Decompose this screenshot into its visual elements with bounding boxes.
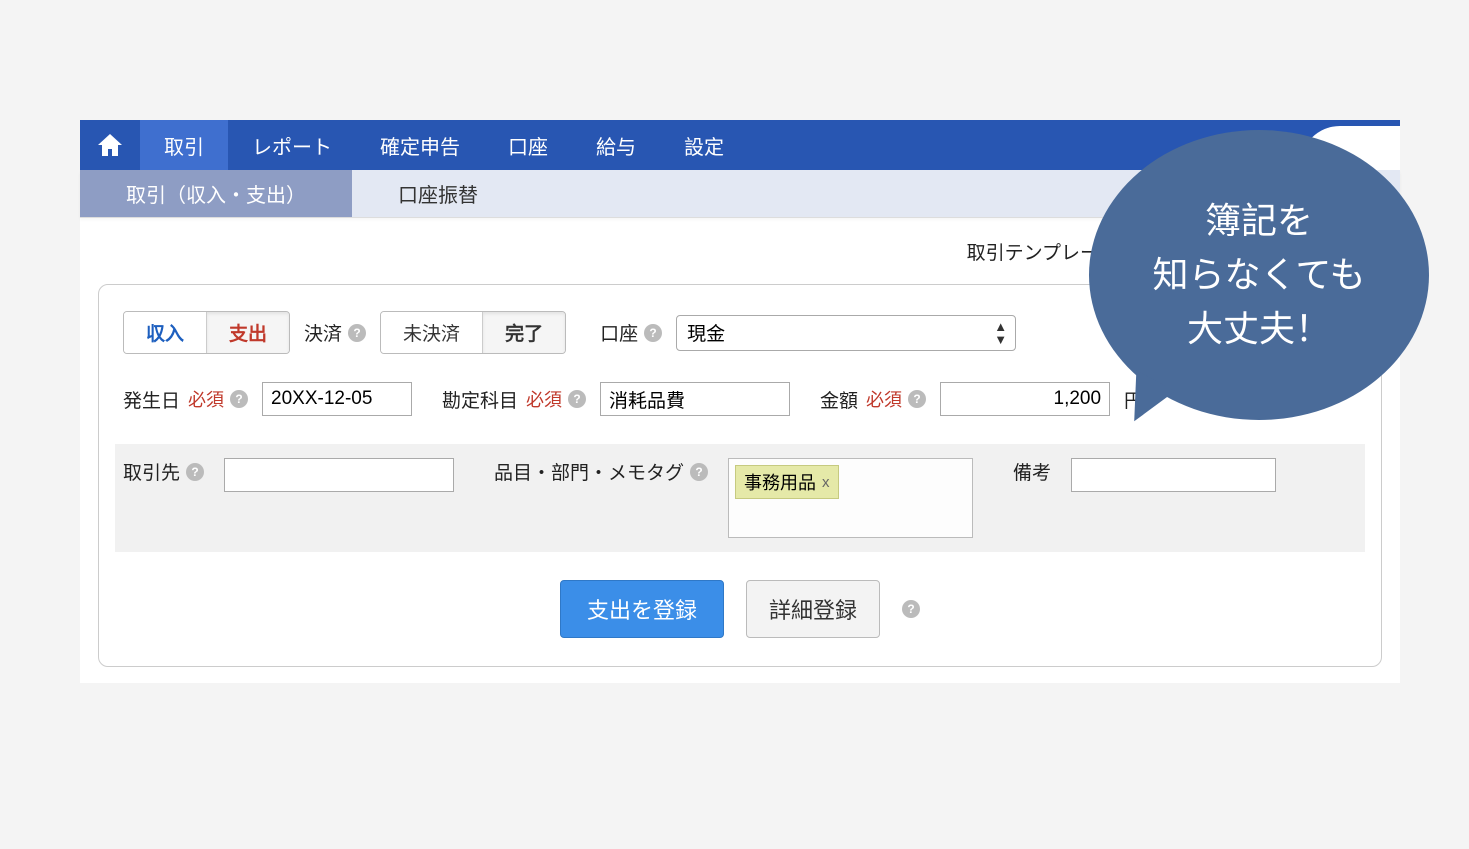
- date-input[interactable]: [262, 382, 412, 416]
- close-icon[interactable]: x: [822, 474, 830, 491]
- help-icon[interactable]: ?: [230, 390, 248, 408]
- tags-label: 品目・部門・メモタグ: [494, 458, 684, 485]
- bubble-line: 簿記を: [1205, 194, 1313, 248]
- nav-item-accounts[interactable]: 口座: [484, 120, 572, 170]
- type-expense-button[interactable]: 支出: [207, 312, 289, 353]
- chevron-updown-icon: ▲▼: [994, 320, 1007, 346]
- settlement-toggle: 未決済 完了: [380, 311, 566, 354]
- bubble-line: 知らなくても: [1152, 248, 1365, 302]
- type-toggle: 収入 支出: [123, 311, 290, 354]
- tag-label: 事務用品: [744, 469, 816, 495]
- help-icon[interactable]: ?: [186, 463, 204, 481]
- help-icon[interactable]: ?: [902, 600, 920, 618]
- partner-input[interactable]: [224, 458, 454, 492]
- nav-item-payroll[interactable]: 給与: [572, 120, 660, 170]
- nav-item-settings[interactable]: 設定: [660, 120, 748, 170]
- type-income-button[interactable]: 収入: [124, 312, 207, 353]
- home-icon[interactable]: [80, 120, 140, 170]
- submit-row: 支出を登録 詳細登録 ?: [123, 580, 1357, 638]
- help-icon[interactable]: ?: [644, 324, 662, 342]
- nav-item-transactions[interactable]: 取引: [140, 120, 228, 170]
- required-badge: 必須: [188, 386, 224, 412]
- help-icon[interactable]: ?: [690, 463, 708, 481]
- help-icon[interactable]: ?: [568, 390, 586, 408]
- account-label: 口座: [600, 319, 638, 346]
- date-label: 発生日: [123, 386, 180, 413]
- subtab-transactions[interactable]: 取引（収入・支出）: [80, 170, 352, 217]
- submit-expense-button[interactable]: 支出を登録: [560, 580, 724, 638]
- required-badge: 必須: [866, 386, 902, 412]
- category-input[interactable]: [600, 382, 790, 416]
- callout-bubble: 簿記を 知らなくても 大丈夫！: [1089, 130, 1429, 420]
- settlement-done-button[interactable]: 完了: [483, 312, 565, 353]
- help-icon[interactable]: ?: [908, 390, 926, 408]
- tag-chip[interactable]: 事務用品 x: [735, 465, 839, 499]
- account-selected-value: 現金: [687, 319, 725, 346]
- subtab-transfer[interactable]: 口座振替: [352, 170, 524, 217]
- required-badge: 必須: [526, 386, 562, 412]
- nav-item-reports[interactable]: レポート: [228, 120, 356, 170]
- detail-register-button[interactable]: 詳細登録: [746, 580, 880, 638]
- account-select[interactable]: 現金 ▲▼: [676, 315, 1016, 351]
- settlement-pending-button[interactable]: 未決済: [381, 312, 483, 353]
- form-row-3: 取引先 ? 品目・部門・メモタグ ? 事務用品 x 備考: [115, 444, 1365, 552]
- category-label: 勘定科目: [442, 386, 518, 413]
- amount-label: 金額: [820, 386, 858, 413]
- nav-item-tax[interactable]: 確定申告: [356, 120, 484, 170]
- help-icon[interactable]: ?: [348, 324, 366, 342]
- remarks-input[interactable]: [1071, 458, 1276, 492]
- partner-label: 取引先: [123, 458, 180, 485]
- amount-input[interactable]: [940, 382, 1110, 416]
- bubble-line: 大丈夫！: [1187, 302, 1331, 356]
- remarks-label: 備考: [1013, 458, 1051, 485]
- tags-input[interactable]: 事務用品 x: [728, 458, 973, 538]
- settlement-label: 決済: [304, 319, 342, 346]
